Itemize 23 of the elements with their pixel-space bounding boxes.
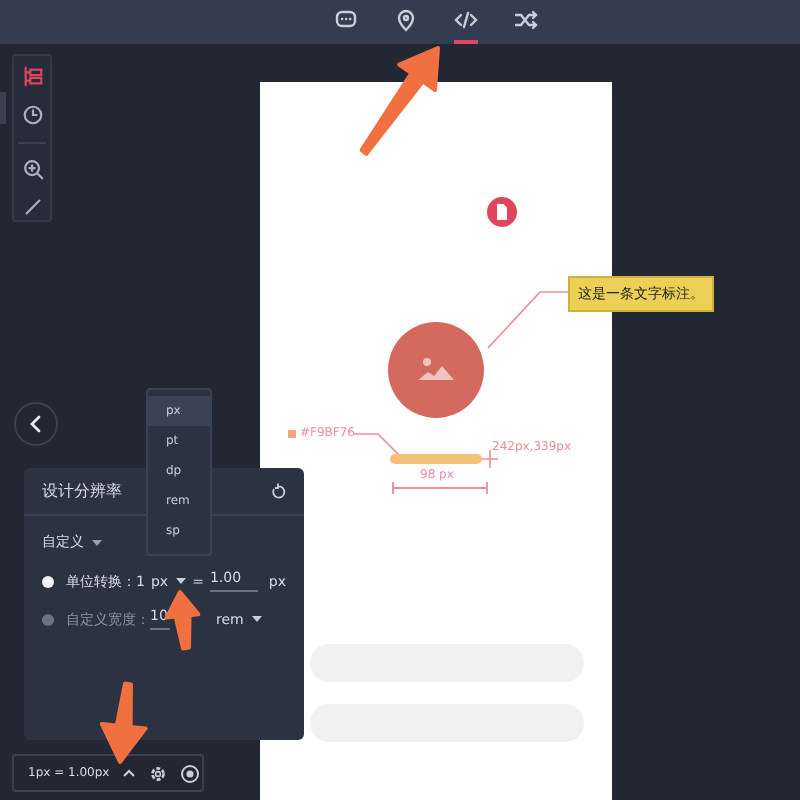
settings-icon[interactable]	[147, 763, 168, 783]
target-icon[interactable]	[179, 763, 200, 783]
clock-tool[interactable]	[18, 102, 46, 130]
zoom-tool[interactable]	[18, 154, 46, 182]
chevron-left-icon	[28, 414, 44, 434]
panel-title: 设计分辨率	[42, 480, 122, 502]
reset-icon[interactable]	[270, 482, 286, 500]
caret-icon[interactable]	[121, 768, 136, 778]
caret-icon	[176, 578, 187, 584]
pointer-arrow	[359, 46, 440, 156]
pointer-arrow	[164, 590, 201, 651]
caret-icon	[251, 616, 262, 622]
radio-button[interactable]	[42, 613, 54, 625]
radio-button[interactable]	[42, 575, 54, 587]
position-marker-icon	[482, 450, 498, 468]
file-badge-icon	[486, 196, 518, 228]
pointer-arrow	[99, 681, 148, 764]
dimension-line	[392, 482, 488, 494]
caret-icon	[92, 539, 102, 545]
color-swatch	[288, 430, 296, 438]
back-button[interactable]	[14, 402, 58, 446]
selected-bar	[390, 454, 482, 464]
image-placeholder-icon	[388, 322, 484, 418]
